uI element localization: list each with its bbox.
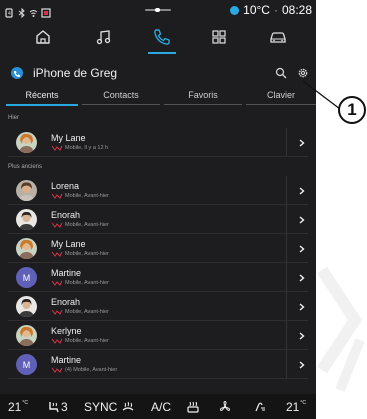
fan-icon[interactable] [218,394,232,419]
contact-name: My Lane [51,239,86,249]
watermark-logo [316,266,365,392]
left-temp-unit: °C [22,399,28,406]
top-navigation [0,20,316,54]
contact-avatar [16,325,37,346]
call-detail: (4) Mobile, Avant-hier [51,367,117,373]
status-right: 10°C · 08:28 [230,3,312,17]
outside-temperature: 10°C [243,3,270,17]
car-icon[interactable] [264,23,292,51]
chevron-right-icon[interactable] [286,176,316,205]
seat-heating-level: 3 [61,399,68,414]
call-detail-text: Mobile, Avant-hier [65,251,109,257]
avatar-initial: M [22,359,31,370]
section-label-recent: Hier [8,115,20,121]
call-log-row[interactable]: My Lane Mobile, Il y a 12 h [0,128,316,157]
call-detail-text: Mobile, Il y a 12 h [65,145,109,151]
phone-device-icon [11,67,23,79]
infotainment-screen: 4 10°C · 08:28 iPhone de Greg Récents Co… [0,0,316,419]
call-log-row[interactable]: Enorah Mobile, Avant-hier [0,205,316,234]
contact-name: Martine [51,268,82,278]
status-separator: · [273,3,278,17]
contact-name: Kerlyne [51,326,82,336]
call-detail-text: Mobile, Avant-hier [65,309,109,315]
avatar-initial: M [22,272,31,283]
call-detail: Mobile, Avant-hier [51,309,109,315]
contact-avatar [16,296,37,317]
missed-call-icon [51,145,63,151]
windshield-defrost-icon[interactable] [121,394,135,419]
call-detail-text: Mobile, Avant-hier [65,338,109,344]
left-temperature[interactable]: 21 °C [8,394,28,419]
missed-call-icon [51,280,63,286]
phone-nav-icon[interactable] [148,23,176,51]
call-log-row[interactable]: M Martine (4) Mobile, Avant-hier [0,350,316,379]
missed-call-icon [51,338,63,344]
seat-heating-icon [49,401,59,412]
weather-dot-icon [230,5,240,15]
active-nav-indicator [148,52,176,54]
chevron-right-icon[interactable] [286,128,316,157]
svg-text:4: 4 [8,11,11,17]
home-icon[interactable] [29,23,57,51]
contact-avatar [16,209,37,230]
missed-call-icon [51,367,63,373]
call-detail: Mobile, Avant-hier [51,338,109,344]
call-detail: Mobile, Avant-hier [51,222,109,228]
sync-button[interactable]: SYNC [84,394,117,419]
missed-call-icon [51,222,63,228]
contact-name: Lorena [51,181,80,191]
apps-grid-icon[interactable] [205,23,233,51]
missed-call-icon [51,309,63,315]
tab-favorites[interactable]: Favoris [164,86,242,105]
tab-contacts[interactable]: Contacts [82,86,160,105]
left-temp-value: 21 [8,399,22,414]
contact-name: My Lane [51,133,86,143]
call-detail-text: (4) Mobile, Avant-hier [65,367,118,373]
search-icon[interactable] [275,66,287,84]
clock: 08:28 [281,3,312,17]
contact-avatar: M [16,267,37,288]
call-log-row[interactable]: My Lane Mobile, Avant-hier [0,234,316,263]
climate-bar: 21 °C 3 SYNC A/C 21 °C [0,394,316,419]
call-detail: Mobile, Il y a 12 h [51,145,108,151]
row-divider [8,378,308,379]
right-temp-value: 21 [286,399,300,414]
chevron-right-icon[interactable] [286,205,316,234]
status-bar: 4 10°C · 08:28 [0,0,316,20]
call-log-row[interactable]: Enorah Mobile, Avant-hier [0,292,316,321]
contact-avatar [16,180,37,201]
phone-tabs: Récents Contacts Favoris Clavier [0,86,316,106]
connected-phone-name: iPhone de Greg [33,66,118,80]
call-detail-text: Mobile, Avant-hier [65,280,109,286]
call-detail: Mobile, Avant-hier [51,251,109,257]
call-detail: Mobile, Avant-hier [51,280,109,286]
call-log-row[interactable]: Kerlyne Mobile, Avant-hier [0,321,316,350]
phone-header: iPhone de Greg [0,60,316,86]
callout-marker: 1 [338,96,366,124]
page-indicator [145,8,171,12]
call-log-row[interactable]: M Martine Mobile, Avant-hier [0,263,316,292]
contact-avatar [16,132,37,153]
ac-button[interactable]: A/C [151,394,171,419]
airflow-icon[interactable] [253,394,267,419]
contact-avatar: M [16,354,37,375]
section-label-older: Plus anciens [8,164,43,170]
missed-call-icon [51,251,63,257]
contact-name: Martine [51,355,82,365]
rear-defrost-icon[interactable] [186,394,200,419]
seat-heating[interactable]: 3 [47,394,68,419]
row-divider [8,156,308,157]
contact-name: Enorah [51,297,81,307]
contact-avatar [16,238,37,259]
call-log-row[interactable]: Lorena Mobile, Avant-hier [0,176,316,205]
contact-name: Enorah [51,210,81,220]
missed-call-icon [51,193,63,199]
call-detail: Mobile, Avant-hier [51,193,109,199]
call-detail-text: Mobile, Avant-hier [65,193,109,199]
tab-recents[interactable]: Récents [6,86,78,106]
call-detail-text: Mobile, Avant-hier [65,222,109,228]
music-icon[interactable] [89,23,117,51]
